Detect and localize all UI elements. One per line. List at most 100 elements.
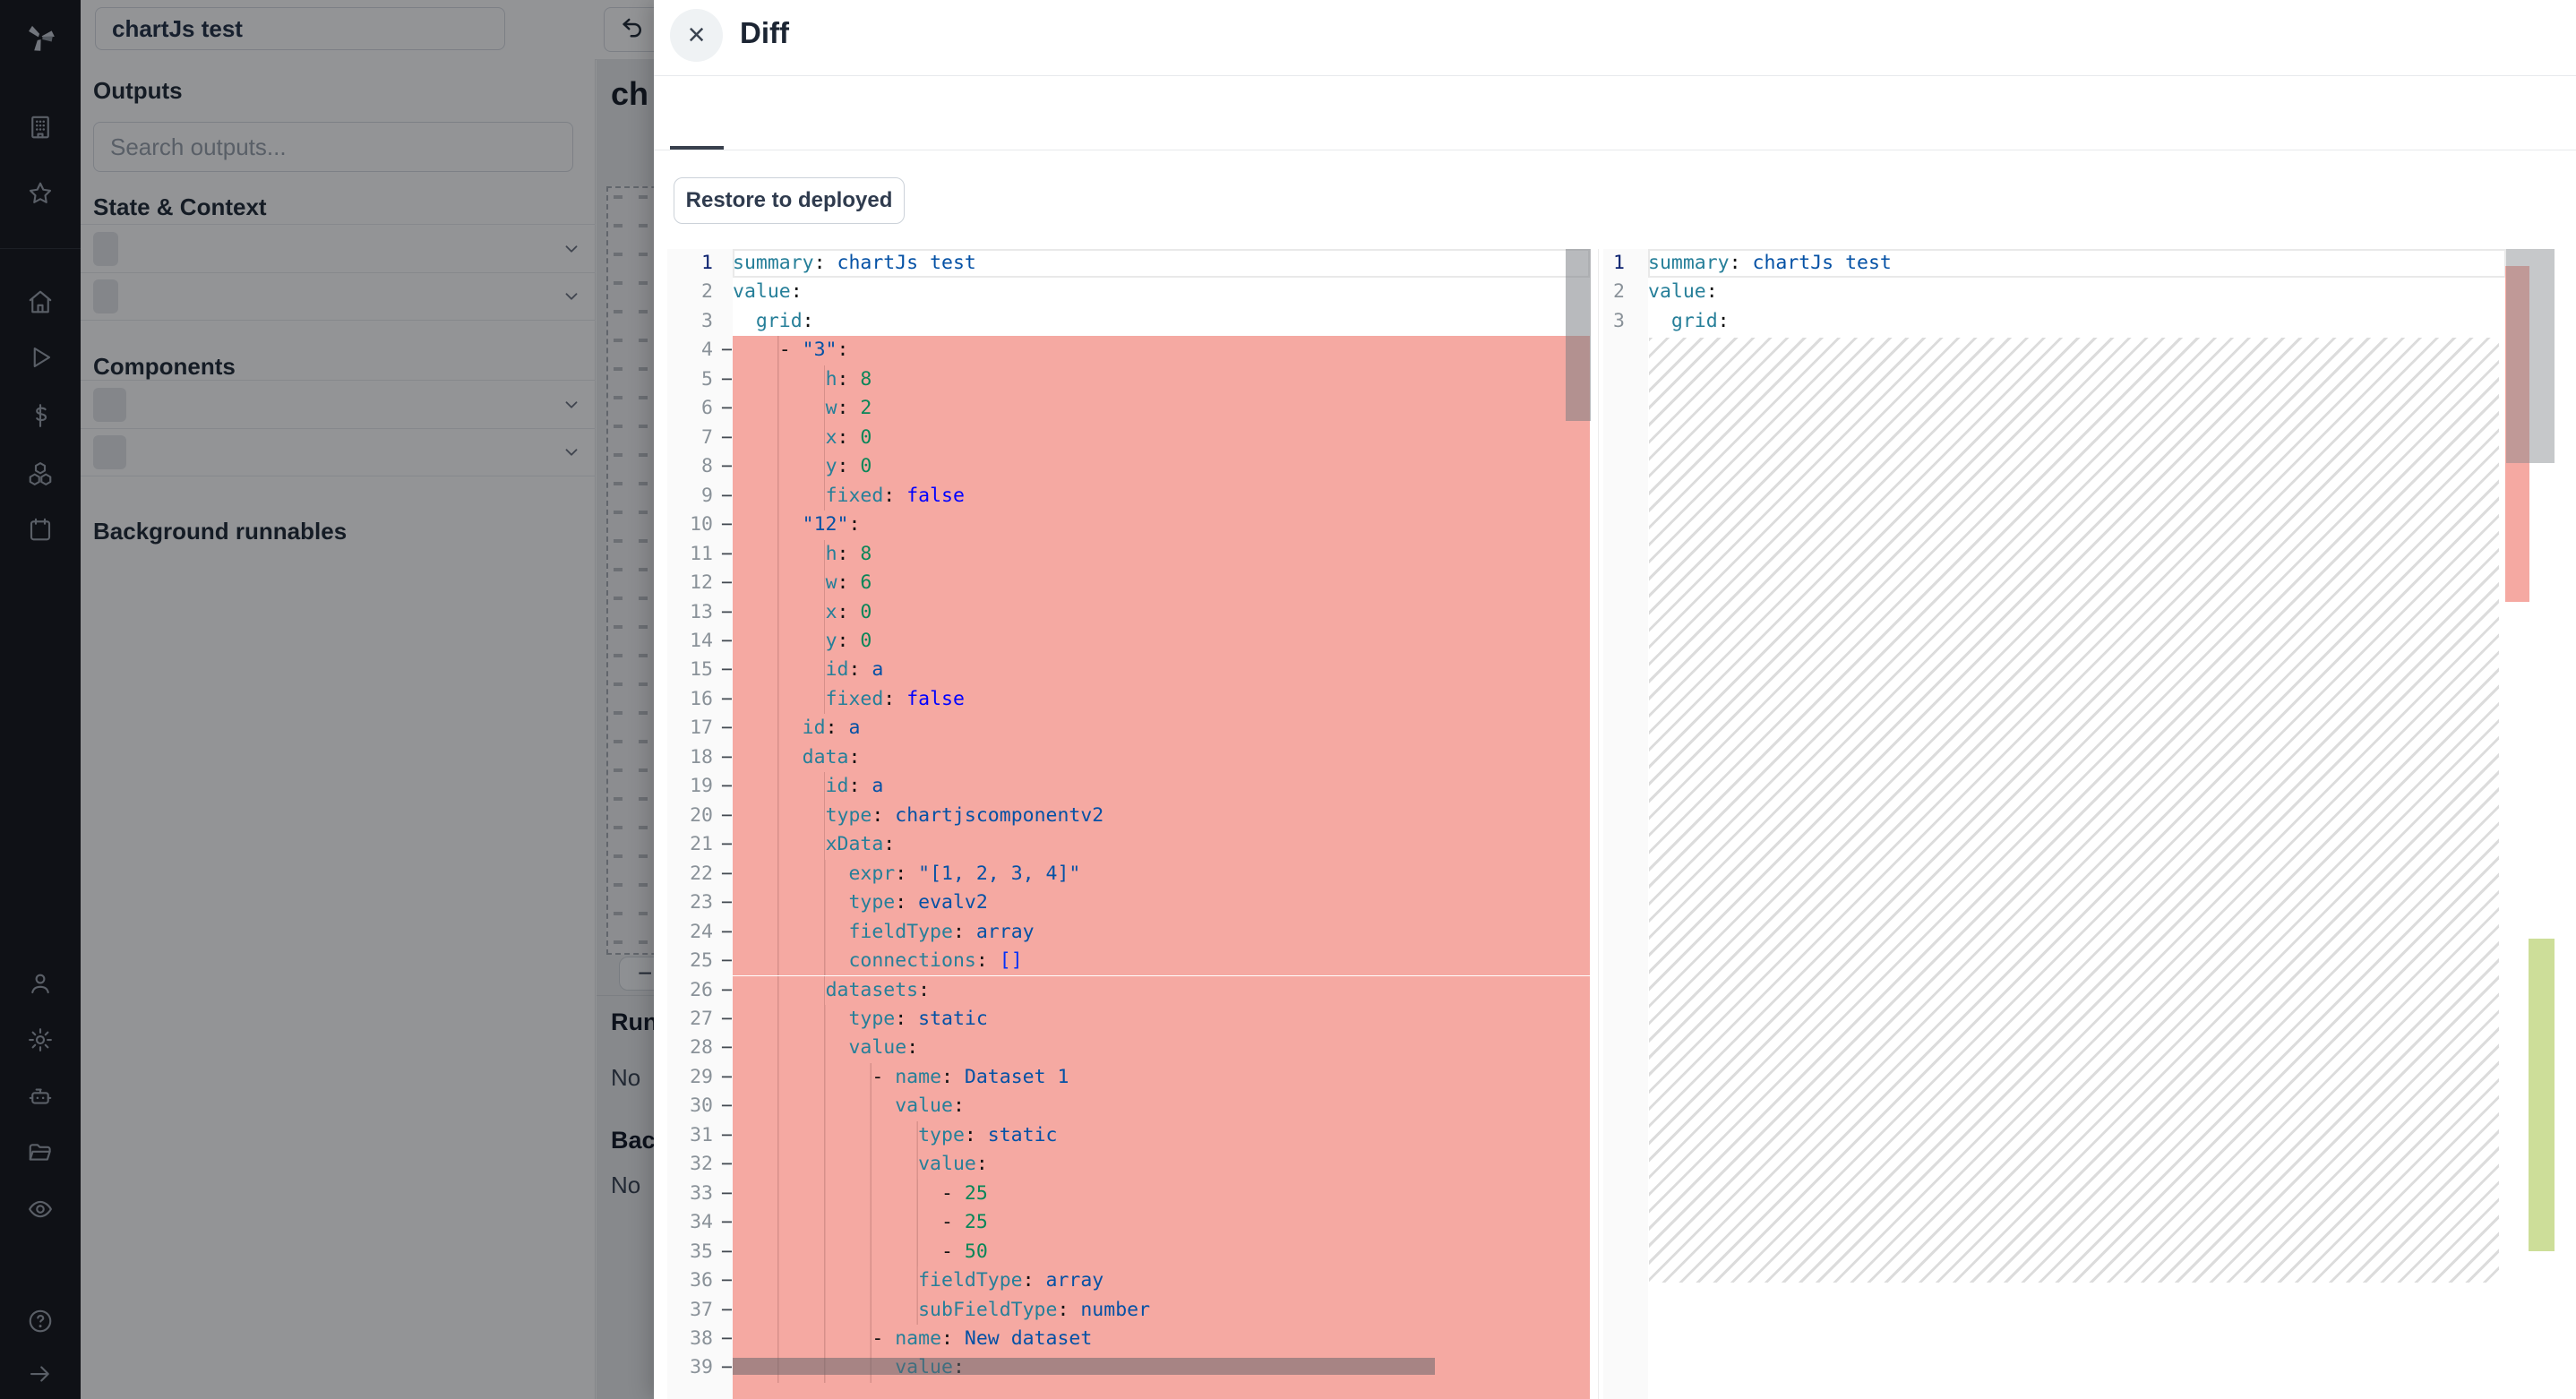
vertical-scrollbar-thumb[interactable] bbox=[1566, 249, 1591, 421]
code-line[interactable]: type: evalv2 bbox=[733, 888, 1590, 917]
line-number: 1 bbox=[667, 249, 733, 279]
line-number: 7− bbox=[667, 424, 733, 453]
removed-line-marker: − bbox=[721, 685, 733, 714]
code-line[interactable]: id: a bbox=[733, 772, 1590, 801]
diff-modal: × Diff Restore to deployed 1summary: cha… bbox=[654, 0, 2576, 1399]
line-number: 17− bbox=[667, 714, 733, 743]
close-button[interactable]: × bbox=[670, 9, 723, 62]
line-number: 9− bbox=[667, 482, 733, 511]
tab-latest-draft-current[interactable] bbox=[724, 75, 777, 150]
code-line[interactable]: w: 2 bbox=[733, 394, 1590, 423]
code-line[interactable]: value: bbox=[733, 1150, 1590, 1179]
removed-line-marker: − bbox=[721, 336, 733, 365]
line-number: 34− bbox=[667, 1208, 733, 1238]
code-line[interactable]: type: chartjscomponentv2 bbox=[733, 802, 1590, 830]
code-line[interactable]: - name: New dataset bbox=[733, 1325, 1590, 1353]
code-line[interactable]: "12": bbox=[733, 511, 1590, 539]
removed-line-marker: − bbox=[721, 424, 733, 452]
removed-line-marker: − bbox=[721, 860, 733, 888]
code-line[interactable]: h: 8 bbox=[733, 365, 1590, 394]
line-number: 11− bbox=[667, 540, 733, 570]
code-line[interactable]: type: static bbox=[733, 1121, 1590, 1150]
removed-line-marker: − bbox=[721, 1121, 733, 1150]
diff-editor: 1summary: chartJs test2value:3 grid:4− -… bbox=[667, 249, 2576, 1399]
code-line[interactable]: summary: chartJs test bbox=[733, 249, 1590, 278]
line-number: 35− bbox=[667, 1238, 733, 1267]
diff-pane-deployed[interactable]: 1summary: chartJs test2value:3 grid:4− -… bbox=[667, 249, 1594, 1399]
removed-line-marker: − bbox=[721, 976, 733, 1005]
line-number: 19− bbox=[667, 772, 733, 802]
code-line[interactable]: xData: bbox=[733, 830, 1590, 859]
horizontal-scrollbar-thumb[interactable] bbox=[733, 1358, 1435, 1375]
removed-line-marker: − bbox=[721, 830, 733, 859]
line-number-gutter bbox=[1603, 249, 1648, 1399]
code-line[interactable]: id: a bbox=[733, 714, 1590, 742]
code-line[interactable]: id: a bbox=[733, 656, 1590, 684]
code-line[interactable]: subFieldType: number bbox=[733, 1296, 1590, 1325]
removed-line-marker: − bbox=[721, 394, 733, 423]
removed-line-marker: − bbox=[721, 918, 733, 947]
code-line[interactable]: value: bbox=[733, 1034, 1590, 1062]
close-icon: × bbox=[688, 18, 706, 53]
code-line[interactable]: fixed: false bbox=[733, 482, 1590, 511]
code-line[interactable]: fieldType: array bbox=[733, 1266, 1590, 1295]
line-number: 6− bbox=[667, 394, 733, 424]
code-line[interactable]: fieldType: array bbox=[733, 918, 1590, 947]
header-divider bbox=[654, 75, 2576, 76]
diff-pane-current[interactable]: 1summary: chartJs test2value:3 grid: bbox=[1603, 249, 2576, 1399]
line-number: 18− bbox=[667, 743, 733, 773]
modal-backdrop[interactable] bbox=[0, 0, 654, 1399]
line-number: 29− bbox=[667, 1063, 733, 1093]
line-number: 26− bbox=[667, 976, 733, 1006]
removed-line-marker: − bbox=[721, 1353, 733, 1382]
code-line[interactable]: - 25 bbox=[733, 1208, 1590, 1237]
code-line[interactable]: x: 0 bbox=[733, 424, 1590, 452]
code-line[interactable]: value: bbox=[733, 278, 1590, 306]
removed-line-marker: − bbox=[721, 743, 733, 772]
code-line[interactable]: fixed: false bbox=[733, 685, 1590, 714]
app-root: Outputs State & Context Components Backg… bbox=[0, 0, 2576, 1399]
code-line[interactable]: - 25 bbox=[733, 1180, 1590, 1208]
line-number: 3 bbox=[1603, 307, 1648, 337]
code-line[interactable]: w: 6 bbox=[733, 569, 1590, 597]
code-line[interactable]: grid: bbox=[733, 307, 1590, 336]
removed-line-marker: − bbox=[721, 1238, 733, 1266]
line-number: 20− bbox=[667, 802, 733, 831]
code-line[interactable]: expr: "[1, 2, 3, 4]" bbox=[733, 860, 1590, 888]
tab-deployed-current[interactable] bbox=[670, 75, 724, 150]
code-line[interactable]: y: 0 bbox=[733, 627, 1590, 656]
line-number: 16− bbox=[667, 685, 733, 715]
code-line[interactable]: summary: chartJs test bbox=[1648, 249, 2506, 278]
code-line[interactable]: value: bbox=[1648, 278, 2506, 306]
removed-line-marker: − bbox=[721, 1005, 733, 1034]
diff-sash[interactable] bbox=[1598, 249, 1599, 1399]
code-line[interactable]: type: static bbox=[733, 1005, 1590, 1034]
removed-line-marker: − bbox=[721, 802, 733, 830]
restore-to-deployed-button[interactable]: Restore to deployed bbox=[674, 177, 905, 224]
code-line[interactable]: - name: Dataset 1 bbox=[733, 1063, 1590, 1092]
line-number: 27− bbox=[667, 1005, 733, 1034]
removed-line-marker: − bbox=[721, 1150, 733, 1179]
code-line[interactable]: h: 8 bbox=[733, 540, 1590, 569]
removed-line-marker: − bbox=[721, 569, 733, 597]
code-line[interactable]: connections: [] bbox=[733, 947, 1590, 975]
code-line[interactable]: data: bbox=[733, 743, 1590, 772]
code-line[interactable]: value: bbox=[733, 1092, 1590, 1120]
line-number: 31− bbox=[667, 1121, 733, 1151]
removed-line-marker: − bbox=[721, 1063, 733, 1092]
vertical-scrollbar-thumb[interactable] bbox=[2506, 249, 2555, 463]
code-line[interactable]: datasets: bbox=[733, 976, 1590, 1005]
code-line[interactable]: - "3": bbox=[733, 336, 1590, 365]
code-line[interactable]: - 50 bbox=[733, 1238, 1590, 1266]
code-line[interactable]: grid: bbox=[1648, 307, 2506, 336]
removed-line-marker: − bbox=[721, 1266, 733, 1295]
line-number: 21− bbox=[667, 830, 733, 860]
line-number: 39− bbox=[667, 1353, 733, 1383]
line-number: 37− bbox=[667, 1296, 733, 1326]
line-number: 24− bbox=[667, 918, 733, 948]
code-line[interactable]: y: 0 bbox=[733, 452, 1590, 481]
line-number: 38− bbox=[667, 1325, 733, 1354]
line-number: 28− bbox=[667, 1034, 733, 1063]
line-number: 36− bbox=[667, 1266, 733, 1296]
code-line[interactable]: x: 0 bbox=[733, 598, 1590, 627]
